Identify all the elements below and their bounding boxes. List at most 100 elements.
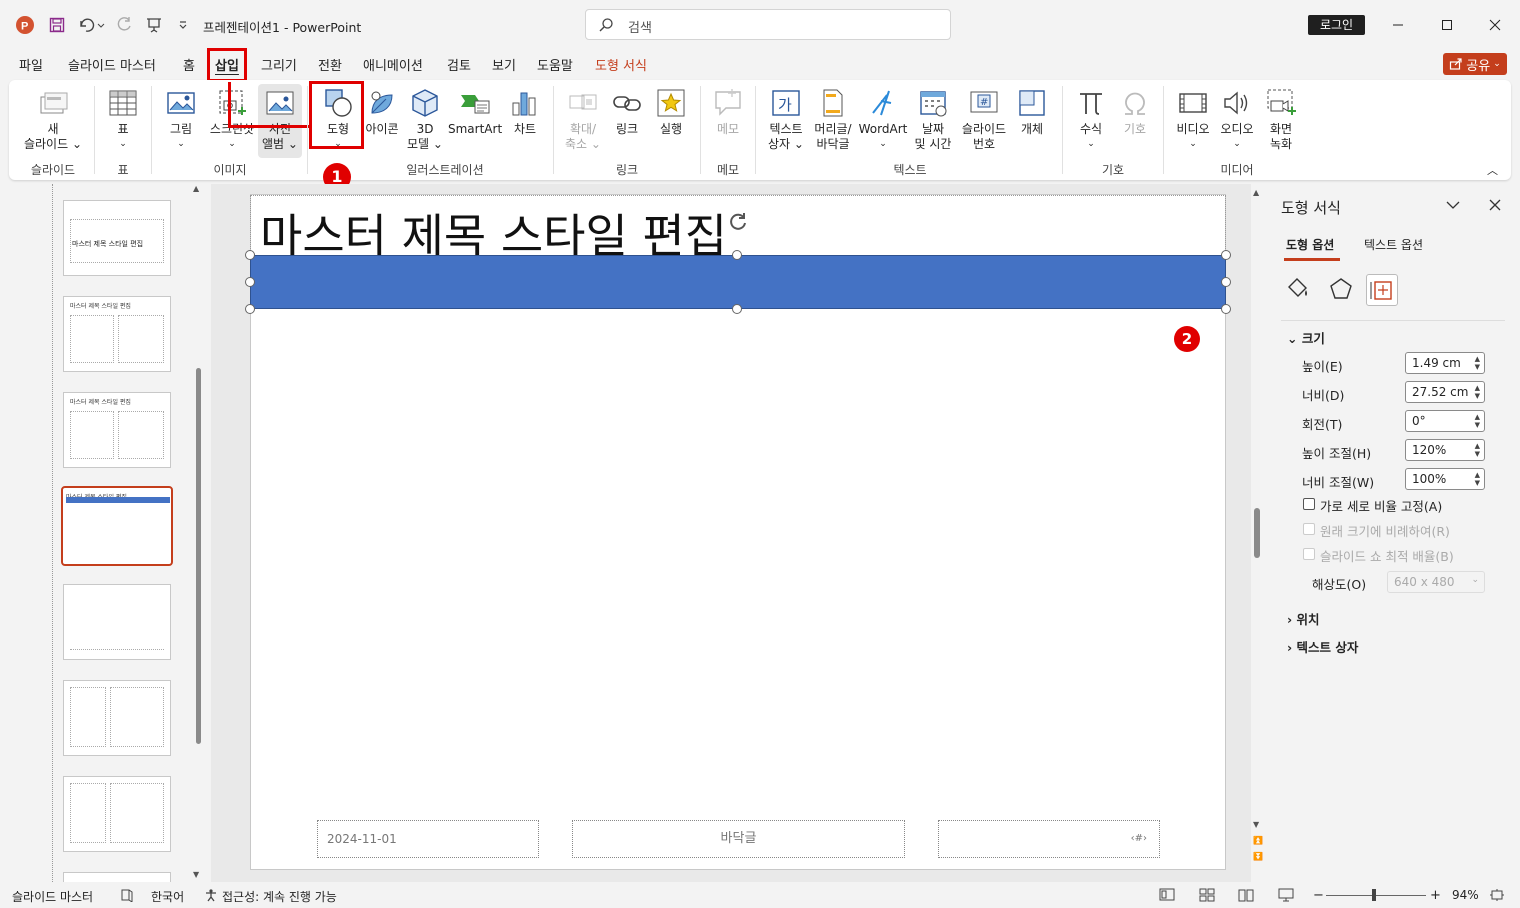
resize-handle[interactable] <box>1221 304 1231 314</box>
close-pane-icon[interactable] <box>1489 199 1501 211</box>
table-button[interactable]: 표 ⌄ <box>104 87 142 152</box>
canvas-scrollbar[interactable]: ▲ ▼ ⏫ ⏬ <box>1252 184 1263 882</box>
layout-thumbnail-selected[interactable]: 마스터 제목 스타일 편집 <box>61 486 173 566</box>
reading-view-icon[interactable] <box>1238 888 1254 902</box>
rotate-handle-icon[interactable] <box>727 210 749 232</box>
close-icon[interactable] <box>1484 14 1506 36</box>
tab-home[interactable]: 홈 <box>183 55 195 74</box>
scroll-up-icon[interactable]: ▲ <box>193 184 199 193</box>
video-button[interactable]: 비디오 ⌄ <box>1173 87 1213 152</box>
wordart-button[interactable]: WordArt ⌄ <box>858 87 908 152</box>
scroll-down-icon[interactable]: ▼ <box>193 870 199 879</box>
redo-icon[interactable] <box>113 14 135 36</box>
scroll-up-icon[interactable]: ▲ <box>1253 188 1259 197</box>
chevron-down-icon[interactable] <box>1446 200 1460 210</box>
status-language[interactable]: 한국어 <box>151 888 184 905</box>
slideshow-view-icon[interactable] <box>1278 888 1294 902</box>
login-button[interactable]: 로그인 <box>1308 15 1365 35</box>
resize-handle[interactable] <box>732 304 742 314</box>
header-footer-button[interactable]: 머리글/ 바닥글 <box>811 87 855 152</box>
width-input[interactable]: 27.52 cm ▲ ▼ <box>1405 381 1485 403</box>
screenshot-button[interactable]: 스크린샷 ⌄ <box>204 87 260 152</box>
blue-rectangle-shape[interactable] <box>250 255 1226 309</box>
object-button[interactable]: 개체 <box>1013 87 1051 137</box>
layout-thumbnail[interactable]: 마스터 제목 스타일 편집 <box>63 296 171 372</box>
footer-placeholder[interactable]: 바닥글 <box>572 820 905 858</box>
tab-text-options[interactable]: 텍스트 옵션 <box>1364 236 1423 253</box>
next-slide-icon[interactable]: ⏬ <box>1253 852 1263 861</box>
resize-handle[interactable] <box>245 277 255 287</box>
height-input[interactable]: 1.49 cm ▲ ▼ <box>1405 352 1485 374</box>
3d-models-button[interactable]: 3D 모델 ⌄ <box>405 87 445 152</box>
zoom-in-icon[interactable]: + <box>1430 888 1441 903</box>
size-properties-icon[interactable] <box>1366 274 1398 306</box>
layout-thumbnail[interactable] <box>63 584 171 660</box>
scrollbar-thumb[interactable] <box>196 368 201 744</box>
zoom-slider[interactable] <box>1326 895 1426 896</box>
scrollbar-thumb[interactable] <box>1254 508 1260 558</box>
fit-to-window-icon[interactable] <box>1489 888 1505 902</box>
slide-number-button[interactable]: # 슬라이드 번호 <box>958 87 1010 152</box>
normal-view-icon[interactable] <box>1159 888 1175 902</box>
resize-handle[interactable] <box>1221 277 1231 287</box>
undo-icon[interactable] <box>76 14 106 36</box>
tab-view[interactable]: 보기 <box>492 55 516 74</box>
tab-file[interactable]: 파일 <box>19 55 43 74</box>
layout-thumbnail[interactable] <box>63 776 171 852</box>
start-slideshow-icon[interactable] <box>143 14 165 36</box>
equation-button[interactable]: 수식 ⌄ <box>1072 87 1110 152</box>
date-placeholder[interactable]: 2024-11-01 <box>317 820 539 858</box>
photo-album-button[interactable]: 사진 앨범 ⌄ <box>258 84 302 158</box>
zoom-out-icon[interactable]: − <box>1313 888 1324 903</box>
tab-transitions[interactable]: 전환 <box>318 55 342 74</box>
spin-arrows-icon[interactable]: ▲ ▼ <box>1475 442 1480 458</box>
collapse-ribbon-icon[interactable]: ︿ <box>1487 162 1498 178</box>
scale-height-input[interactable]: 120% ▲ ▼ <box>1405 439 1485 461</box>
status-zoom-level[interactable]: 94% <box>1452 888 1479 902</box>
accessibility-icon[interactable] <box>204 888 218 902</box>
date-time-button[interactable]: 날짜 및 시간 <box>910 87 956 152</box>
slide-sorter-icon[interactable] <box>1199 888 1215 902</box>
audio-button[interactable]: 오디오 ⌄ <box>1217 87 1257 152</box>
zoom-slider-thumb[interactable] <box>1372 889 1376 901</box>
save-icon[interactable] <box>46 14 68 36</box>
share-button[interactable]: 공유 ⌄ <box>1443 53 1507 75</box>
lock-aspect-checkbox[interactable] <box>1303 498 1315 510</box>
search-box[interactable]: 검색 <box>585 9 951 40</box>
tab-shape-format[interactable]: 도형 서식 <box>595 55 647 74</box>
customize-toolbar-icon[interactable] <box>172 14 194 36</box>
layout-thumbnail[interactable] <box>63 872 171 882</box>
section-textbox-header[interactable]: › 텍스트 상자 <box>1287 637 1358 656</box>
tab-slide-master[interactable]: 슬라이드 마스터 <box>68 55 156 74</box>
scale-width-input[interactable]: 100% ▲ ▼ <box>1405 468 1485 490</box>
icons-button[interactable]: 아이콘 <box>362 87 402 137</box>
section-position-header[interactable]: › 위치 <box>1287 609 1320 628</box>
maximize-icon[interactable] <box>1436 14 1458 36</box>
resize-handle[interactable] <box>245 250 255 260</box>
tab-help[interactable]: 도움말 <box>537 55 573 74</box>
chart-button[interactable]: 차트 <box>505 87 545 137</box>
section-size-header[interactable]: ⌄ 크기 <box>1287 328 1325 347</box>
fill-line-icon[interactable] <box>1285 276 1311 302</box>
resize-handle[interactable] <box>1221 250 1231 260</box>
layout-thumbnail[interactable] <box>63 680 171 756</box>
spin-arrows-icon[interactable]: ▲ ▼ <box>1475 355 1480 371</box>
previous-slide-icon[interactable]: ⏫ <box>1253 836 1263 845</box>
link-button[interactable]: 링크 <box>608 87 646 137</box>
slide-number-placeholder[interactable]: ‹#› <box>938 820 1160 858</box>
notes-icon[interactable] <box>120 888 134 902</box>
scroll-down-icon[interactable]: ▼ <box>1253 820 1259 829</box>
thumbnail-scrollbar[interactable]: ▲ ▼ <box>193 184 205 882</box>
tab-review[interactable]: 검토 <box>447 55 471 74</box>
smartart-button[interactable]: SmartArt <box>448 87 502 137</box>
action-button[interactable]: 실행 <box>651 87 691 137</box>
spin-arrows-icon[interactable]: ▲ ▼ <box>1475 413 1480 429</box>
tab-draw[interactable]: 그리기 <box>261 55 297 74</box>
new-slide-button[interactable]: 새 슬라이드 ⌄ <box>20 87 86 152</box>
layout-thumbnail[interactable]: 마스터 제목 스타일 편집 <box>63 200 171 276</box>
spin-arrows-icon[interactable]: ▲ ▼ <box>1475 384 1480 400</box>
tab-animations[interactable]: 애니메이션 <box>363 55 423 74</box>
screen-recording-button[interactable]: 화면 녹화 <box>1261 87 1301 152</box>
status-accessibility[interactable]: 접근성: 계속 진행 가능 <box>222 888 337 905</box>
picture-button[interactable]: 그림 ⌄ <box>162 87 200 152</box>
